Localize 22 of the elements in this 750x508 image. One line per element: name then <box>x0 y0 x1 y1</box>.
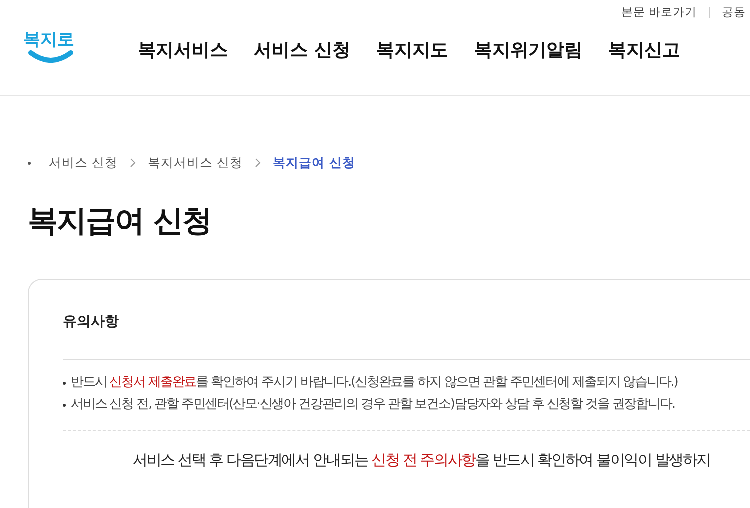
logo-text: 복지로 <box>24 30 74 50</box>
chevron-icon <box>130 158 136 168</box>
breadcrumb-link[interactable]: 서비스 신청 <box>49 154 118 172</box>
notice-text: 서비스 신청 전, 관할 주민센터(산모·신생아 건강관리의 경우 관할 보건소)담당자와 상담 후 신청할 것을 권장합니다. <box>71 396 675 414</box>
nav-link[interactable]: 복지위기알림 <box>474 38 582 62</box>
page-title: 복지급여 신청 <box>28 203 212 241</box>
nav-link[interactable]: 서비스 신청 <box>254 38 350 62</box>
breadcrumb-link[interactable]: 복지서비스 신청 <box>148 154 243 172</box>
top-link[interactable]: 본문 바로가기 <box>621 5 697 20</box>
nav-link[interactable]: 복지신고 <box>608 38 680 62</box>
notice-title: 유의사항 <box>63 313 120 332</box>
guide-text: 서비스 선택 후 다음단계에서 안내되는 신청 전 주의사항을 반드시 확인하여 불이익이 발생하지 <box>133 451 712 470</box>
bullet-icon <box>63 404 66 407</box>
bullet-icon <box>28 162 31 164</box>
notice-text: 반드시 신청서 제출완료를 확인하여 주시기 바랍니다.(신청완료를 하지 않으면 관할 주민센터에 제출되지 않습니다.) <box>71 374 678 392</box>
breadcrumb-link[interactable]: 복지급여 신청 <box>272 154 356 172</box>
nav-link[interactable]: 복지지도 <box>376 38 448 62</box>
smile-icon <box>28 50 74 63</box>
bullet-icon <box>63 382 66 385</box>
nav-link[interactable]: 복지서비스 <box>138 38 228 62</box>
chevron-icon <box>254 158 261 168</box>
top-link[interactable]: 공동 <box>722 5 746 20</box>
